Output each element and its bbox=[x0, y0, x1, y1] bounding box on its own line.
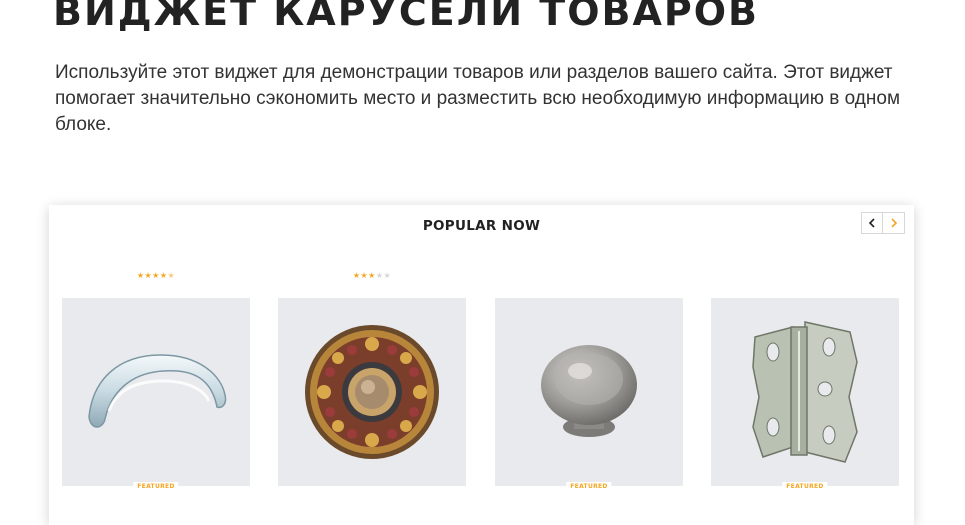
product-image[interactable] bbox=[495, 298, 683, 486]
featured-badge: FEATURED bbox=[782, 482, 828, 492]
product-card[interactable]: FEATURED bbox=[495, 205, 683, 525]
product-rating: ★★★★★ bbox=[62, 271, 250, 281]
star-icon: ★ bbox=[375, 271, 384, 280]
star-icon: ★ bbox=[368, 271, 376, 280]
star-icon: ★ bbox=[152, 271, 160, 280]
star-icon: ★ bbox=[144, 271, 153, 280]
ornate-round-knob-image bbox=[305, 325, 439, 459]
cup-pull-handle-image bbox=[88, 354, 227, 428]
star-icon: ★ bbox=[167, 271, 176, 280]
product-image[interactable] bbox=[278, 298, 466, 486]
featured-badge: FEATURED bbox=[133, 482, 179, 492]
star-icon: ★ bbox=[159, 271, 168, 280]
star-icon: ★ bbox=[360, 271, 369, 280]
product-rating: ★★★★★ bbox=[278, 271, 466, 281]
featured-badge: FEATURED bbox=[566, 482, 612, 492]
page-description: Используйте этот виджет для демонстрации… bbox=[55, 62, 901, 135]
product-carousel: POPULAR NOW ★★★★★ FEATURED ★★★★★ FEATURE… bbox=[49, 205, 914, 525]
cabinet-hinge-image bbox=[752, 321, 858, 463]
product-card[interactable]: FEATURED bbox=[711, 205, 899, 525]
product-image[interactable] bbox=[62, 298, 250, 486]
product-card[interactable]: ★★★★★ bbox=[278, 205, 466, 525]
product-card[interactable]: ★★★★★ FEATURED bbox=[62, 205, 250, 525]
star-icon: ★ bbox=[383, 271, 392, 280]
page-title: ВИДЖЕТ КАРУСЕЛИ ТОВАРОВ bbox=[53, 0, 760, 34]
product-image[interactable] bbox=[711, 298, 899, 486]
round-cabinet-knob-image bbox=[541, 345, 637, 437]
